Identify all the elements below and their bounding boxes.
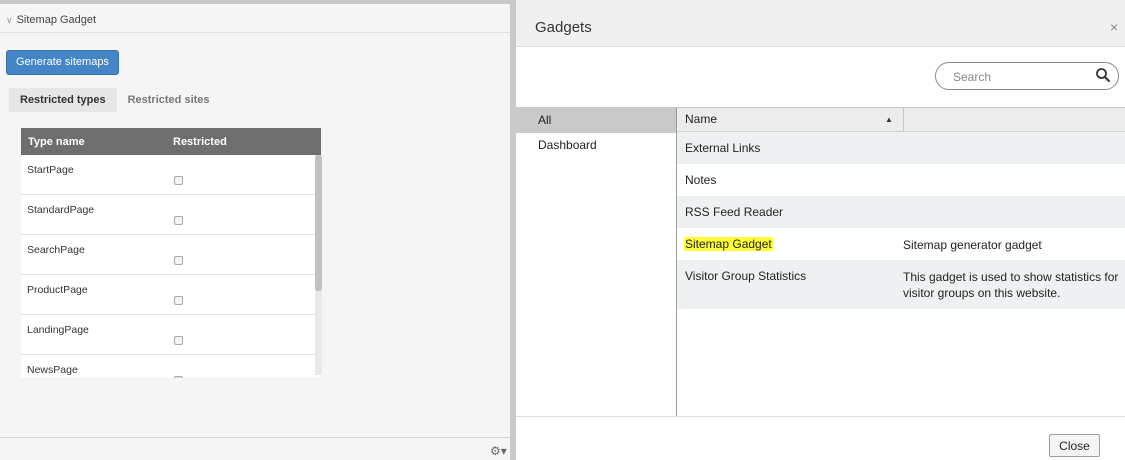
restricted-types-table: Type name Restricted StartPage StandardP…: [21, 128, 321, 378]
restricted-checkbox[interactable]: [174, 336, 183, 345]
sort-ascending-icon[interactable]: ▲: [885, 108, 893, 131]
dialog-footer: Close: [516, 416, 1125, 460]
gadget-row[interactable]: Visitor Group Statistics This gadget is …: [677, 260, 1125, 309]
description-line-1: This gadget is used to show statistics f…: [903, 270, 1119, 284]
type-name: NewsPage: [27, 364, 78, 376]
table-row: StandardPage: [21, 195, 321, 235]
gadget-description: This gadget is used to show statistics f…: [903, 269, 1125, 301]
gadget-description: Sitemap generator gadget: [903, 238, 1042, 252]
gadget-grid: Name ▲ External Links Notes RSS Feed Rea…: [677, 107, 1125, 416]
gadget-footer: ⚙▾: [0, 437, 510, 460]
gadget-tabs: Restricted types Restricted sites: [9, 88, 221, 112]
gadget-name-highlighted: Sitemap Gadget: [684, 237, 773, 251]
column-name[interactable]: Name ▲: [677, 108, 904, 131]
description-line-2: visitor groups on this website.: [903, 286, 1061, 300]
search-icon[interactable]: [1095, 67, 1111, 83]
type-name: StandardPage: [27, 204, 95, 216]
gadget-row[interactable]: Sitemap Gadget Sitemap generator gadget: [677, 228, 1125, 260]
gear-icon[interactable]: ⚙▾: [490, 444, 507, 458]
restricted-checkbox[interactable]: [174, 256, 183, 265]
sitemap-gadget-panel: ∨ Sitemap Gadget Generate sitemaps Restr…: [0, 0, 510, 460]
type-name: StartPage: [27, 164, 74, 176]
type-name: SearchPage: [27, 244, 85, 256]
table-row: NewsPage: [21, 355, 321, 378]
grid-header: Name ▲: [677, 108, 1125, 132]
gadget-name: Notes: [685, 173, 717, 187]
table-scrollbar[interactable]: [315, 155, 322, 375]
type-name: LandingPage: [27, 324, 89, 336]
gadget-row[interactable]: External Links: [677, 132, 1125, 164]
scrollbar-thumb[interactable]: [315, 155, 322, 291]
table-row: LandingPage: [21, 315, 321, 355]
gadget-row[interactable]: RSS Feed Reader: [677, 196, 1125, 228]
generate-sitemaps-button[interactable]: Generate sitemaps: [6, 50, 119, 75]
dialog-titlebar: Gadgets ×: [516, 0, 1125, 47]
gadget-row[interactable]: Notes: [677, 164, 1125, 196]
search-box[interactable]: [935, 62, 1119, 90]
restricted-checkbox-checked[interactable]: [174, 376, 183, 378]
category-dashboard[interactable]: Dashboard: [516, 133, 676, 158]
gadget-title: Sitemap Gadget: [16, 14, 97, 26]
column-type-name: Type name: [28, 135, 85, 148]
restricted-checkbox[interactable]: [174, 176, 183, 185]
restricted-checkbox[interactable]: [174, 216, 183, 225]
search-input[interactable]: [953, 68, 1093, 85]
gadget-name: External Links: [685, 141, 761, 155]
gadget-header[interactable]: ∨ Sitemap Gadget: [0, 8, 510, 33]
tab-restricted-sites[interactable]: Restricted sites: [117, 88, 221, 112]
gadget-name: RSS Feed Reader: [685, 205, 784, 219]
category-all[interactable]: All: [516, 108, 676, 133]
close-button[interactable]: Close: [1049, 434, 1100, 457]
table-row: SearchPage: [21, 235, 321, 275]
gadget-name: Visitor Group Statistics: [685, 269, 807, 283]
table-row: ProductPage: [21, 275, 321, 315]
chevron-down-icon[interactable]: ∨: [6, 15, 13, 26]
close-icon[interactable]: ×: [1110, 19, 1118, 35]
type-name: ProductPage: [27, 284, 88, 296]
tab-restricted-types[interactable]: Restricted types: [9, 88, 117, 112]
dialog-title: Gadgets: [535, 19, 592, 36]
restricted-checkbox[interactable]: [174, 296, 183, 305]
column-name-label: Name: [685, 112, 718, 126]
category-list: All Dashboard: [516, 107, 677, 416]
table-header: Type name Restricted: [21, 128, 321, 155]
table-row: StartPage: [21, 155, 321, 195]
gadgets-dialog: Gadgets × All Dashboard Name ▲ External …: [516, 0, 1125, 460]
column-restricted: Restricted: [173, 135, 227, 148]
